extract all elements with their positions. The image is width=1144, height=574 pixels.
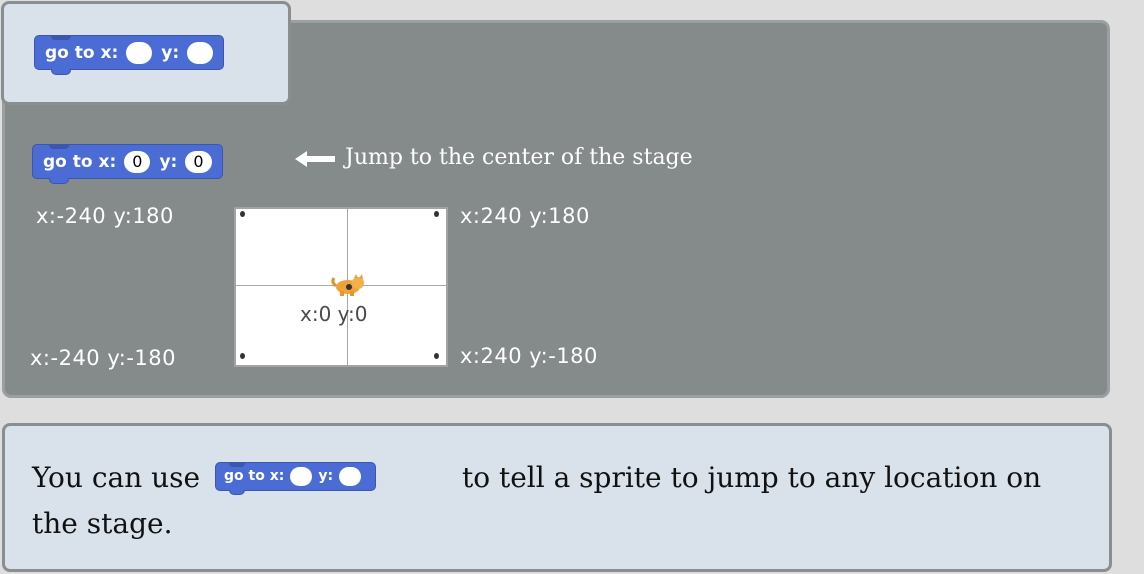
left-arrow-icon — [295, 151, 335, 167]
block-label-go-to-x: go to x: — [43, 151, 117, 172]
stage: x:0 y:0 — [234, 207, 448, 367]
block-label-y: y: — [159, 151, 178, 172]
go-to-xy-example-block[interactable]: go to x: 0 y: 0 — [32, 144, 223, 184]
corner-marker-top-left — [240, 211, 245, 217]
center-coord-label: x:0 y:0 — [300, 302, 368, 326]
corner-marker-top-right — [434, 211, 439, 217]
go-to-xy-inline-block[interactable]: go to x: y: — [215, 461, 377, 495]
x-input-slot[interactable]: 0 — [124, 150, 151, 173]
cat-sprite-icon[interactable] — [331, 274, 367, 298]
block-palette-card: go to x: y: — [1, 1, 291, 105]
caption-text: You can use go to x: y: to tell a sprite… — [32, 455, 1092, 547]
coord-top-right: x:240 y:180 — [460, 204, 590, 228]
coord-bottom-right: x:240 y:-180 — [460, 344, 598, 368]
y-input-slot[interactable] — [187, 41, 214, 64]
x-input-slot[interactable] — [290, 466, 313, 486]
inline-block-wrapper: go to x: y: — [215, 461, 447, 495]
block-label-go-to-x: go to x: — [224, 468, 285, 484]
block-label-y: y: — [161, 42, 180, 63]
block-label-y: y: — [318, 468, 334, 484]
corner-marker-bottom-right — [434, 353, 439, 359]
coord-bottom-left: x:-240 y:-180 — [30, 346, 176, 370]
coord-top-left: x:-240 y:180 — [36, 204, 174, 228]
y-input-slot[interactable]: 0 — [185, 150, 212, 173]
block-label-go-to-x: go to x: — [45, 42, 119, 63]
x-input-slot[interactable] — [126, 41, 153, 64]
go-to-xy-block[interactable]: go to x: y: — [34, 35, 225, 75]
annotation-text: Jump to the center of the stage — [345, 145, 693, 170]
y-input-slot[interactable] — [339, 466, 362, 486]
corner-marker-bottom-left — [240, 353, 245, 359]
caption-before: You can use — [32, 461, 201, 494]
